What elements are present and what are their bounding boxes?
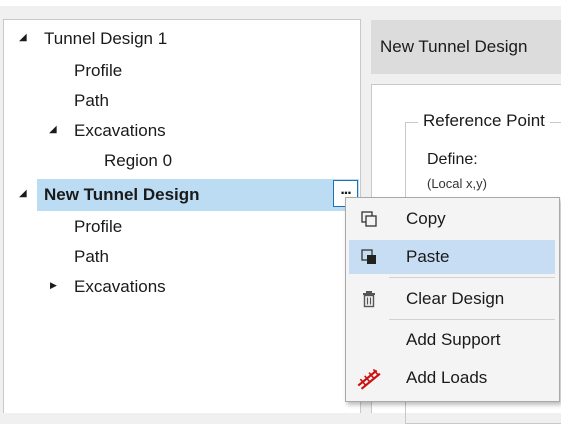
tree-item-excavations[interactable]: Excavations <box>74 271 166 303</box>
paste-icon <box>361 249 376 264</box>
expand-arrow-icon[interactable]: ◢ <box>19 188 27 199</box>
menu-item-paste[interactable]: Paste <box>349 240 555 274</box>
tree-item-excavations[interactable]: Excavations <box>74 115 166 147</box>
menu-item-label: Add Support <box>406 330 501 349</box>
define-label: Define: <box>427 151 478 168</box>
design-tree[interactable]: ◢ Tunnel Design 1 Profile Path ◢ Excavat… <box>3 19 361 413</box>
menu-item-add-loads[interactable]: Add Loads <box>349 361 555 395</box>
tree-item-path[interactable]: Path <box>74 85 109 117</box>
menu-separator <box>389 319 555 320</box>
page-title: New Tunnel Design <box>380 37 528 56</box>
tree-item-tunnel-design-1[interactable]: Tunnel Design 1 <box>44 23 167 55</box>
context-menu: Copy Paste Clear Design Add Support Add … <box>345 197 560 402</box>
trash-icon <box>363 291 375 308</box>
expand-arrow-icon[interactable]: ◢ <box>49 124 57 135</box>
menu-item-add-support[interactable]: Add Support <box>349 323 555 357</box>
menu-item-clear-design[interactable]: Clear Design <box>349 282 555 316</box>
top-strip <box>0 0 561 6</box>
loads-icon <box>357 368 381 390</box>
copy-icon <box>361 211 377 227</box>
menu-item-label: Add Loads <box>406 368 488 387</box>
menu-item-copy[interactable]: Copy <box>349 202 555 236</box>
tree-item-region-0[interactable]: Region 0 <box>104 145 172 177</box>
local-coords-label: (Local x,y) <box>427 176 487 191</box>
expand-arrow-icon[interactable]: ◢ <box>19 32 27 43</box>
menu-separator <box>389 277 555 278</box>
tree-item-profile[interactable]: Profile <box>74 55 122 87</box>
group-title: Reference Point <box>418 111 550 131</box>
collapse-arrow-icon[interactable]: ▶ <box>50 280 57 291</box>
tree-item-new-tunnel-design[interactable]: New Tunnel Design <box>44 179 200 211</box>
menu-item-label: Clear Design <box>406 289 505 308</box>
menu-item-label: Paste <box>406 247 450 266</box>
tree-item-path[interactable]: Path <box>74 241 109 273</box>
menu-item-label: Copy <box>406 209 446 228</box>
design-header: New Tunnel Design <box>371 20 561 74</box>
tree-item-profile[interactable]: Profile <box>74 211 122 243</box>
